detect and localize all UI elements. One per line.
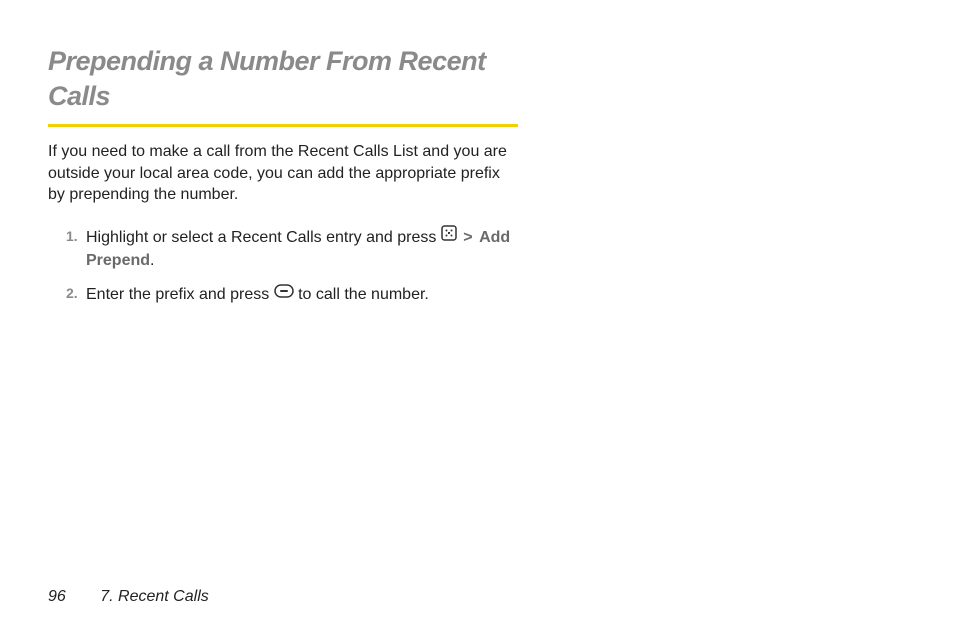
steps-list: 1. Highlight or select a Recent Calls en… — [48, 226, 518, 306]
step-1: 1. Highlight or select a Recent Calls en… — [66, 226, 518, 273]
talk-key-icon — [274, 282, 294, 305]
step-2: 2. Enter the prefix and press to call th… — [66, 283, 518, 306]
page-footer: 96 7. Recent Calls — [48, 588, 209, 606]
page-heading: Prepending a Number From Recent Calls — [48, 44, 518, 114]
page-number: 96 — [48, 588, 66, 605]
step-period: . — [150, 252, 154, 269]
step-text: Highlight or select a Recent Calls entry… — [86, 229, 441, 246]
breadcrumb-separator: > — [463, 229, 472, 246]
step-text: Enter the prefix and press — [86, 286, 274, 303]
chapter-title: 7. Recent Calls — [100, 588, 209, 605]
step-text: to call the number. — [298, 286, 429, 303]
content-column: Prepending a Number From Recent Calls If… — [48, 44, 518, 306]
step-number: 1. — [66, 226, 78, 246]
heading-rule — [48, 124, 518, 127]
options-key-icon — [441, 225, 457, 248]
intro-paragraph: If you need to make a call from the Rece… — [48, 141, 518, 206]
step-number: 2. — [66, 283, 78, 303]
